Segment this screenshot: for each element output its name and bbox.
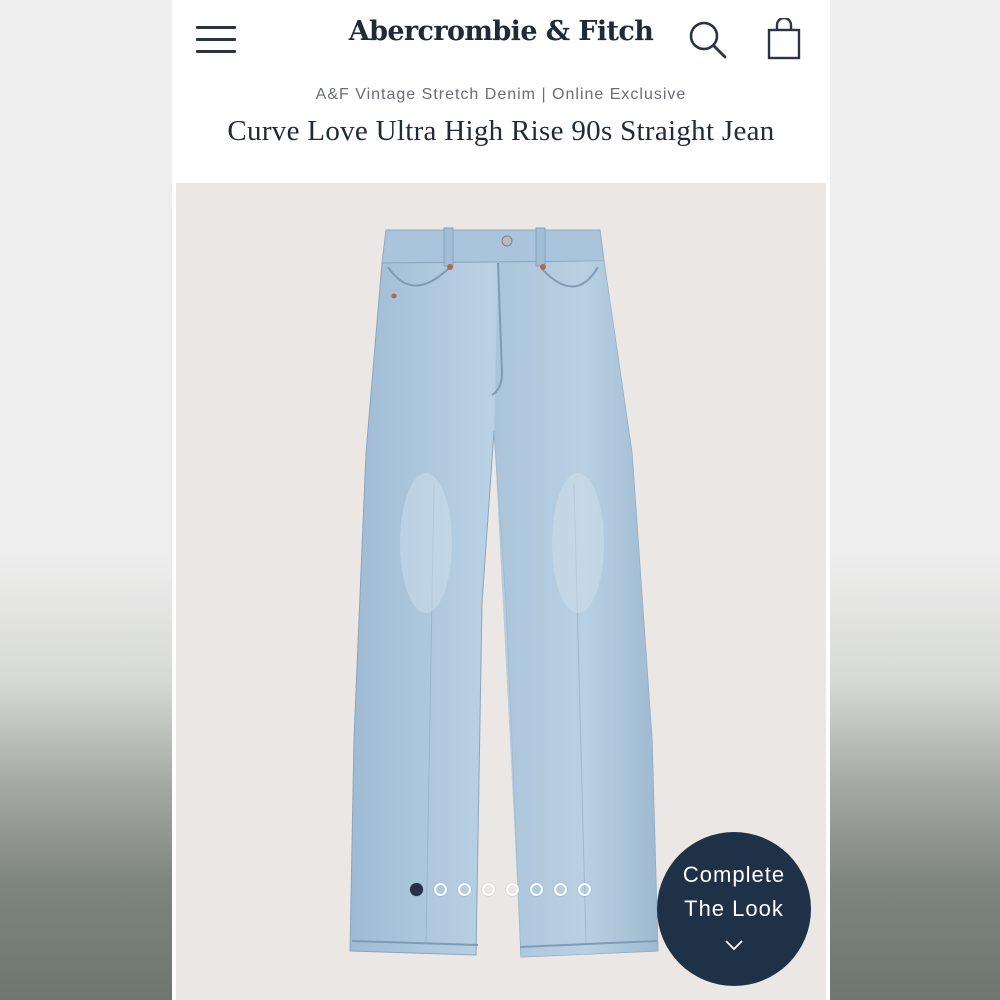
product-image-carousel[interactable]: Complete The Look	[176, 183, 826, 1000]
search-icon[interactable]	[688, 20, 728, 60]
carousel-dot[interactable]	[578, 883, 591, 896]
left-backdrop	[0, 0, 172, 1000]
collection-label: A&F Vintage Stretch Denim | Online Exclu…	[315, 86, 687, 103]
complete-the-look-button[interactable]: Complete The Look	[657, 832, 811, 986]
carousel-dot[interactable]	[506, 883, 519, 896]
shopping-bag-icon[interactable]	[766, 18, 802, 60]
brand-logo[interactable]: Abercrombie & Fitch	[172, 16, 830, 47]
site-header: Abercrombie & Fitch	[172, 0, 830, 80]
complete-the-look-line1: Complete	[682, 862, 786, 887]
product-page: Abercrombie & Fitch A&F Vintage Stretch …	[172, 0, 830, 1000]
right-backdrop	[830, 0, 1000, 1000]
page-title: Curve Love Ultra High Rise 90s Straight …	[227, 115, 775, 147]
carousel-dot[interactable]	[482, 883, 495, 896]
carousel-dot[interactable]	[530, 883, 543, 896]
carousel-dot[interactable]	[410, 883, 423, 896]
complete-the-look-line2: The Look	[684, 896, 784, 921]
carousel-pagination	[410, 883, 591, 897]
carousel-dot[interactable]	[458, 883, 471, 896]
carousel-dot[interactable]	[554, 883, 567, 896]
carousel-dot[interactable]	[434, 883, 447, 896]
chevron-down-icon	[725, 940, 743, 951]
